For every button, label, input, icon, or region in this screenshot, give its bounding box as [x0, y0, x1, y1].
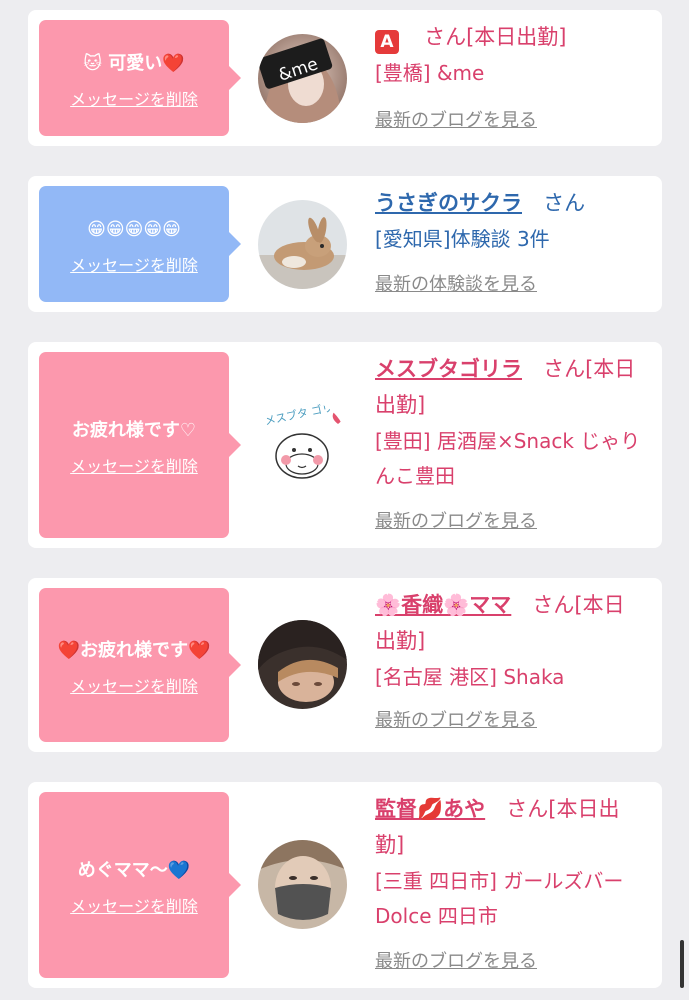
message-bubble: ❤️お疲れ様です❤️ メッセージを削除 — [39, 588, 241, 742]
message-text: 😁😁😁😁😁 — [87, 218, 181, 240]
member-info: 🌸香織🌸ママ さん[本日出勤] [名古屋 港区] Shaka 最新のブログを見る — [375, 588, 643, 738]
message-bubble: めぐママ〜💙 メッセージを削除 — [39, 792, 241, 978]
member-details: [名古屋 港区] Shaka — [375, 665, 565, 689]
delete-message-link[interactable]: メッセージを削除 — [70, 255, 198, 277]
gorilla-drawing-avatar-image: メスブタ ゴリラ — [258, 400, 347, 489]
member-details: [豊橋] &me — [375, 61, 485, 85]
message-text: 🐱 可愛い❤️ — [83, 52, 185, 74]
view-latest-link[interactable]: 最新の体験談を見る — [375, 267, 643, 302]
view-latest-link[interactable]: 最新のブログを見る — [375, 944, 643, 979]
message-card: 😁😁😁😁😁 メッセージを削除 うさぎのサクラ さん [愛知県]体験談 3件 最新… — [28, 176, 662, 312]
avatar[interactable] — [258, 200, 347, 289]
member-details: [愛知県]体験談 3件 — [375, 227, 550, 251]
message-text: めぐママ〜💙 — [77, 859, 191, 881]
photo-mask-avatar-image — [258, 840, 347, 929]
avatar[interactable]: &me — [258, 34, 347, 123]
member-name-link[interactable]: うさぎのサクラ — [375, 191, 522, 215]
delete-message-link[interactable]: メッセージを削除 — [70, 456, 198, 478]
member-details: [豊田] 居酒屋×Snack じゃりんこ豊田 — [375, 429, 641, 488]
view-latest-link[interactable]: 最新のブログを見る — [375, 103, 643, 138]
message-bubble: 🐱 可愛い❤️ メッセージを削除 — [39, 20, 241, 136]
message-card: ❤️お疲れ様です❤️ メッセージを削除 🌸香織🌸ママ さん[本日出勤] [名古屋… — [28, 578, 662, 752]
rabbit-avatar-image — [258, 200, 347, 289]
avatar[interactable] — [258, 840, 347, 929]
message-card: お疲れ様です♡ メッセージを削除 メスブタ ゴリラ メスブタゴリラ さん[本日出… — [28, 342, 662, 548]
san-text: さん[本日出勤] — [424, 25, 567, 49]
san-text: さん — [543, 191, 586, 215]
photo-me-avatar-image: &me — [258, 34, 347, 123]
member-name-link[interactable]: 監督💋あや — [375, 797, 485, 821]
message-card: 🐱 可愛い❤️ メッセージを削除 &me A さん[本日出勤] [豊橋] &me… — [28, 10, 662, 146]
scrollbar[interactable] — [680, 940, 684, 988]
delete-message-link[interactable]: メッセージを削除 — [70, 89, 198, 111]
message-text: お疲れ様です♡ — [71, 419, 197, 441]
delete-message-link[interactable]: メッセージを削除 — [70, 676, 198, 698]
view-latest-link[interactable]: 最新のブログを見る — [375, 703, 643, 738]
member-info: A さん[本日出勤] [豊橋] &me 最新のブログを見る — [375, 20, 643, 138]
a-badge-icon[interactable]: A — [375, 30, 399, 54]
message-bubble: お疲れ様です♡ メッセージを削除 — [39, 352, 241, 538]
message-card: めぐママ〜💙 メッセージを削除 監督💋あや さん[本日出勤] [三重 四日市] … — [28, 782, 662, 988]
avatar[interactable]: メスブタ ゴリラ — [258, 400, 347, 489]
member-info: 監督💋あや さん[本日出勤] [三重 四日市] ガールズバー Dolce 四日市… — [375, 792, 643, 979]
view-latest-link[interactable]: 最新のブログを見る — [375, 504, 643, 539]
message-text: ❤️お疲れ様です❤️ — [57, 639, 211, 661]
member-info: うさぎのサクラ さん [愛知県]体験談 3件 最新の体験談を見る — [375, 186, 643, 302]
photo-woman-avatar-image — [258, 620, 347, 709]
member-name-link[interactable]: メスブタゴリラ — [375, 357, 522, 381]
avatar[interactable] — [258, 620, 347, 709]
member-name-link[interactable]: 🌸香織🌸ママ — [375, 593, 511, 617]
member-info: メスブタゴリラ さん[本日出勤] [豊田] 居酒屋×Snack じゃりんこ豊田 … — [375, 352, 643, 539]
member-details: [三重 四日市] ガールズバー Dolce 四日市 — [375, 869, 624, 928]
delete-message-link[interactable]: メッセージを削除 — [70, 896, 198, 918]
message-bubble: 😁😁😁😁😁 メッセージを削除 — [39, 186, 241, 302]
